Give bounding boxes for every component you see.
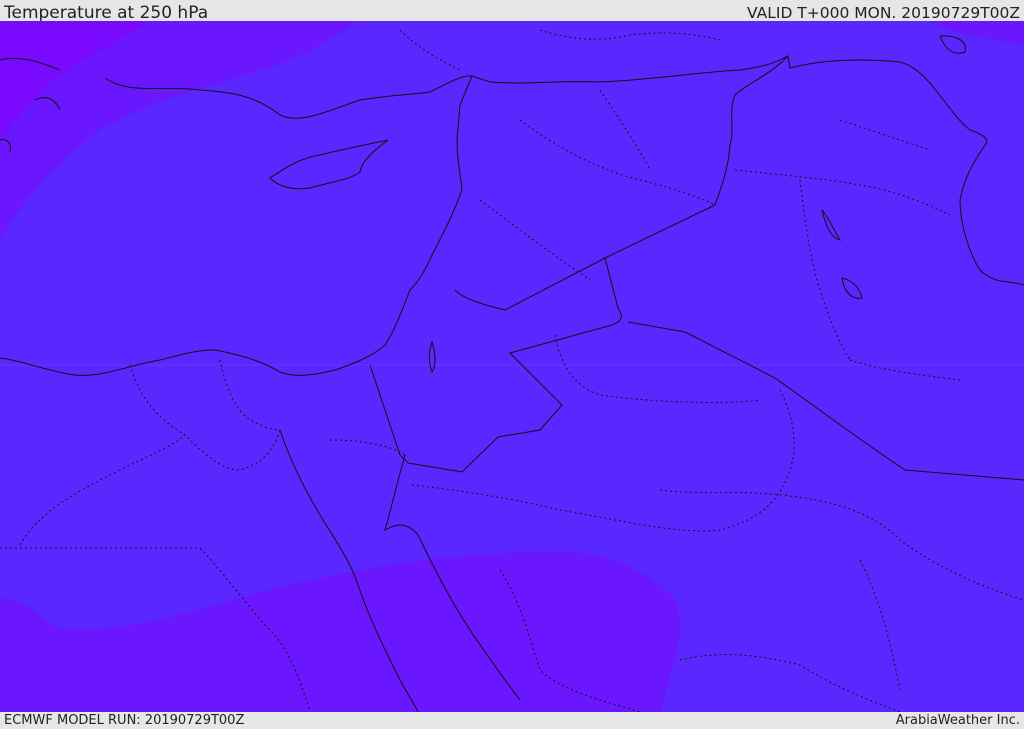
temperature-map xyxy=(0,21,1024,712)
header-bar: Temperature at 250 hPa VALID T+000 MON. … xyxy=(0,0,1024,23)
credit-label: ArabiaWeather Inc. xyxy=(895,713,1020,728)
model-run-label: ECMWF MODEL RUN: 20190729T00Z xyxy=(4,713,245,728)
map-figure: Temperature at 250 hPa VALID T+000 MON. … xyxy=(0,0,1024,729)
footer-bar: ECMWF MODEL RUN: 20190729T00Z ArabiaWeat… xyxy=(0,712,1024,729)
